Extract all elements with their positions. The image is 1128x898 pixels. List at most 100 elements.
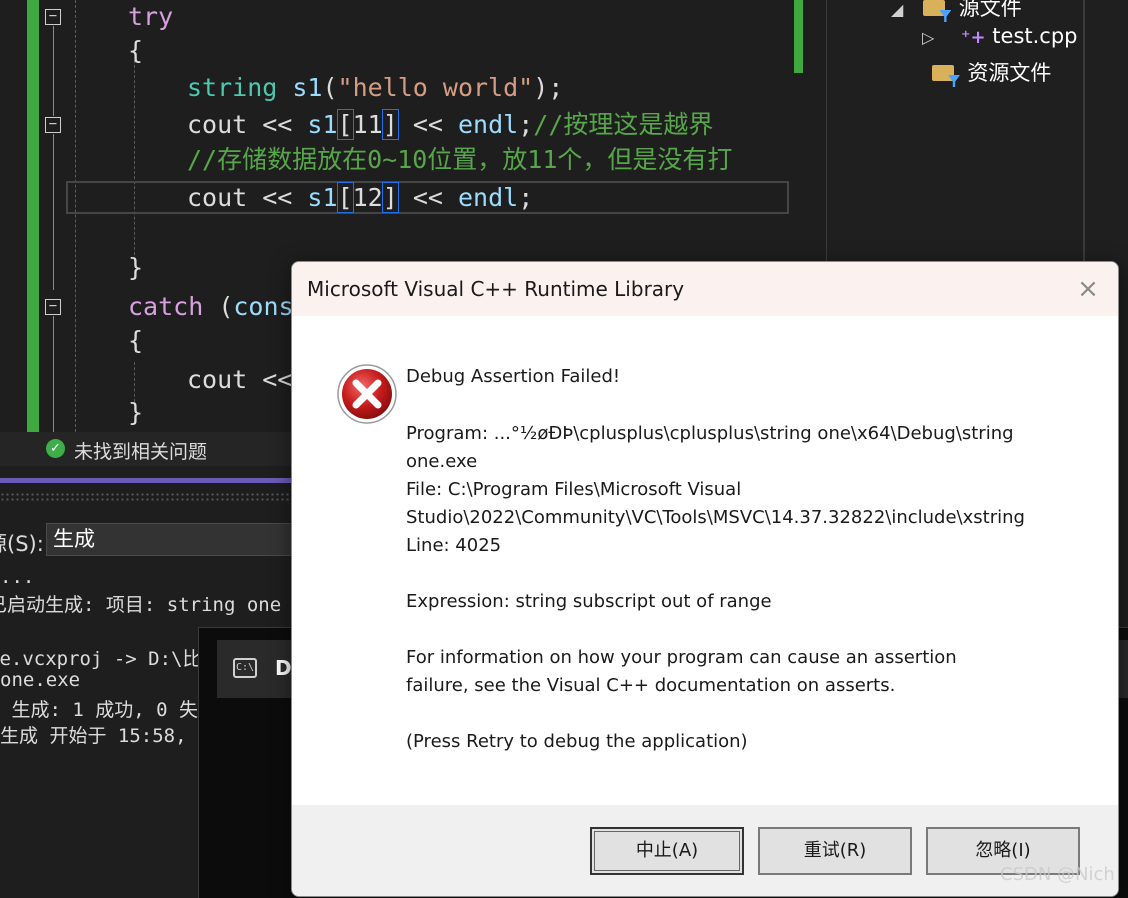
bracket-open: [ — [336, 182, 354, 213]
output-line: one.exe — [0, 669, 81, 691]
code-comment: //按理这是越界 — [533, 110, 714, 139]
code-line-catch[interactable]: catch (cons — [128, 290, 294, 324]
fold-region-line — [53, 134, 54, 290]
cpp-file-icon: ⁺+ — [961, 27, 986, 48]
console-app-icon: C:\ — [233, 658, 257, 678]
collapse-triangle-icon[interactable]: ◢ — [891, 0, 903, 19]
program-path-line: Program: ...°½øÐÞ\cplusplus\cplusplus\st… — [406, 423, 1014, 444]
error-icon — [337, 364, 397, 424]
info-text: failure, see the Visual C++ documentatio… — [406, 675, 896, 696]
type-string: string — [187, 73, 278, 102]
output-source-label: 源(S): — [0, 532, 44, 556]
line-number: Line: 4025 — [406, 535, 502, 556]
var-s1: s1 — [307, 110, 338, 139]
tree-item-label: 源文件 — [958, 0, 1022, 20]
output-line: ... — [0, 566, 35, 588]
output-source-select[interactable]: 生成 — [46, 523, 300, 556]
brace: { — [128, 326, 144, 355]
panel-accent-bar — [0, 478, 300, 483]
issues-status-text: 未找到相关问题 — [74, 441, 208, 463]
tree-item-label: test.cpp — [992, 24, 1078, 48]
keyword-const: cons — [233, 292, 294, 321]
index-number: 12 — [352, 183, 383, 212]
change-indicator-bar — [27, 0, 39, 432]
stream-op: << — [397, 183, 458, 212]
issues-status-bar: ✓ 未找到相关问题 — [0, 432, 300, 466]
bracket-open: [ — [336, 109, 354, 140]
code-line-try[interactable]: try — [128, 0, 173, 34]
code-line-comment[interactable]: //存储数据放在0~10位置，放11个，但是没有打 — [187, 143, 732, 177]
console-title: D — [275, 656, 292, 680]
tree-item-label: 资源文件 — [967, 61, 1052, 85]
fold-toggle-icon[interactable]: − — [45, 9, 61, 25]
cout-token: cout << — [187, 110, 308, 139]
cout-token: cout << — [187, 365, 293, 394]
check-circle-icon: ✓ — [46, 439, 65, 458]
watermark: CSDN @Nich — [1000, 864, 1115, 885]
var-s1: s1 — [307, 183, 338, 212]
code-line-brace[interactable]: { — [128, 324, 143, 358]
expand-triangle-icon[interactable]: ▷ — [922, 28, 934, 47]
paren-open: ( — [322, 73, 338, 102]
fold-toggle-icon[interactable]: − — [45, 117, 61, 133]
assertion-dialog: Microsoft Visual C++ Runtime Library × D… — [291, 261, 1119, 897]
filter-folder-icon — [932, 65, 954, 81]
panel-divider — [1083, 0, 1085, 262]
indent-guide — [134, 60, 135, 260]
retry-button[interactable]: 重试(R) — [758, 827, 912, 875]
code-line-string-decl[interactable]: string s1("hello world"); — [187, 71, 563, 105]
indent-guide — [75, 0, 76, 432]
stream-op: << — [397, 110, 458, 139]
dialog-title: Microsoft Visual C++ Runtime Library — [307, 277, 685, 301]
output-line: 已启动生成: 项目: string one — [0, 594, 282, 616]
index-number: 11 — [352, 110, 383, 139]
keyword-try: try — [128, 2, 174, 31]
tree-item-resource-files[interactable]: 资源文件 — [932, 57, 1051, 87]
fold-region-line — [53, 316, 54, 432]
code-line-brace-close[interactable]: } — [128, 396, 143, 430]
brace: { — [128, 36, 144, 65]
keyword-catch: catch — [128, 292, 204, 321]
paren-open: ( — [203, 292, 234, 321]
code-line-cout-12[interactable]: cout << s1[12] << endl; — [187, 181, 533, 215]
file-path-line: File: C:\Program Files\Microsoft Visual — [406, 479, 742, 500]
code-line-cout[interactable]: cout << — [187, 363, 292, 397]
cout-token: cout << — [187, 183, 308, 212]
brace: } — [128, 398, 144, 427]
code-line-cout-11[interactable]: cout << s1[11] << endl;//按理这是越界 — [187, 108, 713, 142]
assertion-expression: Expression: string subscript out of rang… — [406, 591, 772, 612]
retry-hint: (Press Retry to debug the application) — [406, 731, 748, 752]
close-icon[interactable]: × — [1072, 273, 1104, 305]
filter-folder-icon — [923, 0, 946, 16]
tree-item-test-cpp[interactable]: ▷ ⁺+ test.cpp — [922, 24, 1078, 48]
var-s1: s1 — [277, 73, 323, 102]
endl-token: endl — [457, 110, 519, 139]
semicolon: ; — [518, 183, 534, 212]
endl-token: endl — [457, 183, 519, 212]
fold-toggle-icon[interactable]: − — [45, 299, 61, 315]
solution-explorer: ◢ 源文件 ▷ ⁺+ test.cpp 资源文件 — [826, 0, 1128, 262]
bracket-close: ] — [381, 109, 399, 140]
assertion-heading: Debug Assertion Failed! — [406, 366, 621, 387]
file-path-line: Studio\2022\Community\VC\Tools\MSVC\14.3… — [406, 507, 1025, 528]
output-line: 生成 开始于 15:58, — [0, 725, 187, 747]
brace: } — [128, 253, 144, 282]
paren-close: ); — [533, 73, 564, 102]
abort-button[interactable]: 中止(A) — [590, 827, 744, 875]
output-line: ne.vcxproj -> D:\比 — [0, 648, 202, 670]
dialog-button-bar: 中止(A) 重试(R) 忽略(I) — [292, 805, 1118, 896]
string-literal: "hello world" — [337, 73, 534, 102]
code-line-brace-close[interactable]: } — [128, 251, 143, 285]
tree-item-source-files[interactable]: ◢ 源文件 — [891, 0, 1022, 22]
bracket-close: ] — [381, 182, 399, 213]
dialog-titlebar[interactable]: Microsoft Visual C++ Runtime Library × — [292, 262, 1118, 316]
fold-region-line — [53, 26, 54, 116]
output-line: 生成: 1 成功, 0 失 — [0, 699, 198, 721]
info-text: For information on how your program can … — [406, 647, 957, 668]
code-line-brace[interactable]: { — [128, 34, 143, 68]
panel-grip[interactable] — [0, 492, 300, 502]
semicolon: ; — [518, 110, 534, 139]
editor-scrollbar-thumb[interactable] — [794, 0, 803, 73]
code-comment: //存储数据放在0~10位置，放11个，但是没有打 — [187, 145, 733, 174]
program-path-line: one.exe — [406, 451, 478, 472]
